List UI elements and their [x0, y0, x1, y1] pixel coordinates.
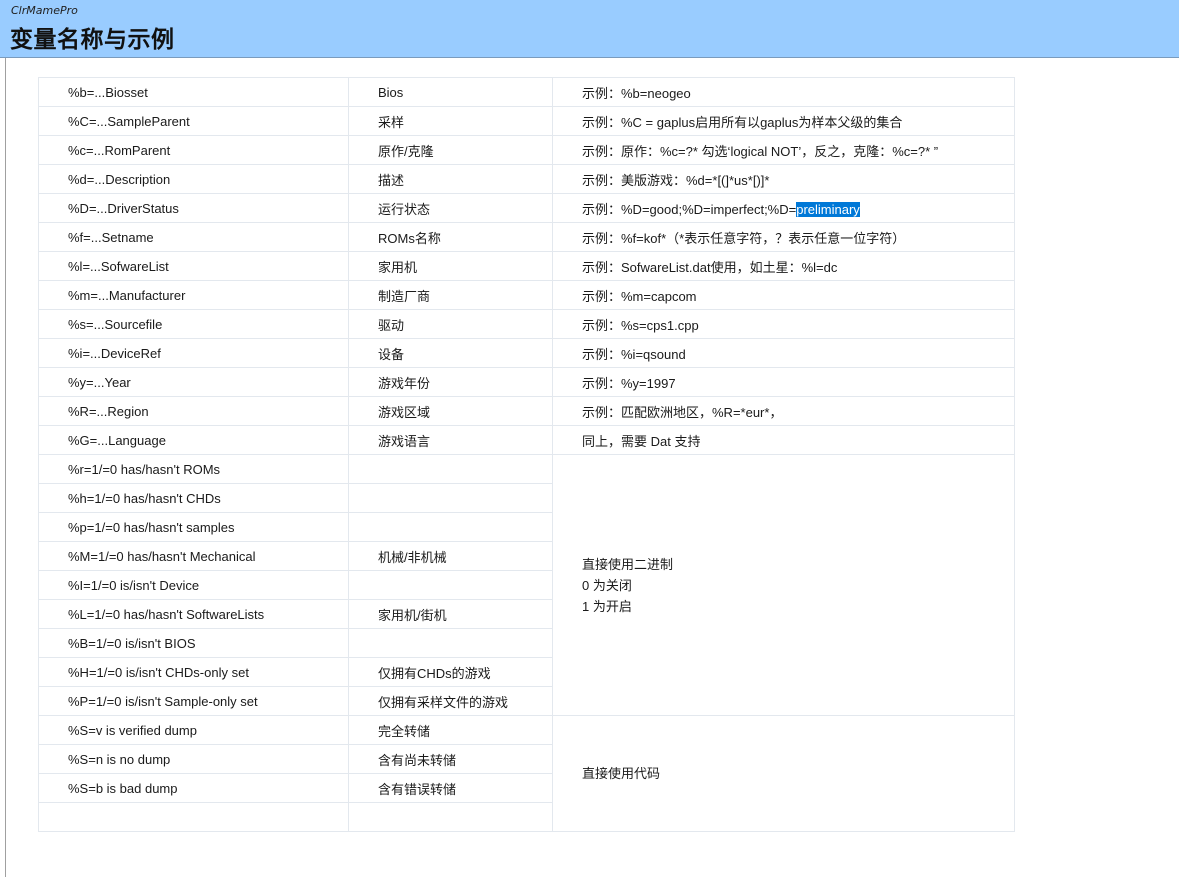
status-note: 直接使用代码	[552, 715, 1015, 832]
variable-meaning: 游戏语言	[348, 425, 553, 455]
variable-meaning: 游戏年份	[348, 367, 553, 397]
title-banner: ClrMamePro 变量名称与示例	[0, 0, 1179, 58]
variable-meaning: 原作/克隆	[348, 135, 553, 165]
variables-table: %b=...Biosset Bios 示例：%b=neogeo %C=...Sampl…	[38, 77, 1015, 832]
table-row: %i=...DeviceRef 设备 示例：%i=qsound	[38, 338, 1015, 368]
variable-example: 示例：%D=good;%D=imperfect;%D=preliminary	[552, 193, 1015, 223]
variable-meaning: 仅拥有CHDs的游戏	[348, 657, 553, 687]
variable-code: %f=...Setname	[38, 222, 349, 252]
variable-code: %C=...SampleParent	[38, 106, 349, 136]
variable-code: %M=1/=0 has/hasn't Mechanical	[38, 541, 349, 571]
table-row: %f=...Setname ROMs名称 示例：%f=kof*（*表示任意字符，？表…	[38, 222, 1015, 252]
variable-code: %r=1/=0 has/hasn't ROMs	[38, 454, 349, 484]
variable-code	[38, 802, 349, 832]
variable-meaning: 含有尚未转储	[348, 744, 553, 774]
table-row: %b=...Biosset Bios 示例：%b=neogeo	[38, 77, 1015, 107]
variable-meaning: 游戏区域	[348, 396, 553, 426]
variable-example: 示例：%i=qsound	[552, 338, 1015, 368]
selected-text[interactable]: preliminary	[796, 201, 860, 217]
table-row: %s=...Sourcefile 驱动 示例：%s=cps1.cpp	[38, 309, 1015, 339]
table-row: %S=v is verified dump 完全转储 直接使用代码	[38, 715, 1015, 832]
variable-meaning: 制造厂商	[348, 280, 553, 310]
variable-example: 示例：%s=cps1.cpp	[552, 309, 1015, 339]
variable-example: 示例：%m=capcom	[552, 280, 1015, 310]
variable-example: 示例：%f=kof*（*表示任意字符，？表示任意一位字符）	[552, 222, 1015, 252]
page-title: 变量名称与示例	[10, 27, 175, 53]
variable-code: %G=...Language	[38, 425, 349, 455]
variable-meaning: ROMs名称	[348, 222, 553, 252]
variable-code: %B=1/=0 is/isn't BIOS	[38, 628, 349, 658]
table-row: %R=...Region 游戏区域 示例：匹配欧洲地区，%R=*eur*，	[38, 396, 1015, 426]
variable-example: 示例：%C = gaplus启用所有以gaplus为样本父级的集合	[552, 106, 1015, 136]
table-row: %G=...Language 游戏语言 同上，需要 Dat 支持	[38, 425, 1015, 455]
variable-code: %b=...Biosset	[38, 77, 349, 107]
variable-meaning: 机械/非机械	[348, 541, 553, 571]
variable-meaning: 设备	[348, 338, 553, 368]
table-row: %m=...Manufacturer 制造厂商 示例：%m=capcom	[38, 280, 1015, 310]
variable-code: %H=1/=0 is/isn't CHDs-only set	[38, 657, 349, 687]
variable-code: %c=...RomParent	[38, 135, 349, 165]
variable-meaning	[348, 570, 553, 600]
flag-note-line: 0 为关闭	[582, 577, 632, 593]
variable-code: %y=...Year	[38, 367, 349, 397]
example-text: 示例：%D=good;%D=imperfect;%D=	[582, 201, 797, 217]
table-row: %d=...Description 描述 示例：美版游戏：%d=*[(]*us*[)…	[38, 164, 1015, 194]
variable-example: 示例：原作：%c=?* 勾选‘logical NOT’，反之，克隆：%c=?* …	[552, 135, 1015, 165]
variable-code: %R=...Region	[38, 396, 349, 426]
variable-code: %m=...Manufacturer	[38, 280, 349, 310]
variable-meaning: 含有错误转储	[348, 773, 553, 803]
table-row: %D=...DriverStatus 运行状态 示例：%D=good;%D=impe…	[38, 193, 1015, 223]
variable-code: %i=...DeviceRef	[38, 338, 349, 368]
flag-note-line: 直接使用二进制	[582, 556, 674, 572]
variable-example: 示例：美版游戏：%d=*[(]*us*[)]*	[552, 164, 1015, 194]
variable-code: %l=...SofwareList	[38, 251, 349, 281]
variable-code: %S=v is verified dump	[38, 715, 349, 745]
variable-meaning	[348, 628, 553, 658]
variable-meaning: 家用机/街机	[348, 599, 553, 629]
variable-code: %D=...DriverStatus	[38, 193, 349, 223]
variable-code: %s=...Sourcefile	[38, 309, 349, 339]
table-row: %C=...SampleParent 采样 示例：%C = gaplus启用所有以g…	[38, 106, 1015, 136]
variable-meaning: 家用机	[348, 251, 553, 281]
table-row: %y=...Year 游戏年份 示例：%y=1997	[38, 367, 1015, 397]
variable-meaning: 采样	[348, 106, 553, 136]
variable-code: %S=n is no dump	[38, 744, 349, 774]
variable-example: 同上，需要 Dat 支持	[552, 425, 1015, 455]
variable-code: %S=b is bad dump	[38, 773, 349, 803]
variable-code: %d=...Description	[38, 164, 349, 194]
variable-meaning: 运行状态	[348, 193, 553, 223]
variable-meaning: 描述	[348, 164, 553, 194]
table-row: %c=...RomParent 原作/克隆 示例：原作：%c=?* 勾选‘logic…	[38, 135, 1015, 165]
variable-meaning: 驱动	[348, 309, 553, 339]
variable-meaning: 完全转储	[348, 715, 553, 745]
variable-meaning: Bios	[348, 77, 553, 107]
variable-example: 示例：SofwareList.dat使用，如土星：%l=dc	[552, 251, 1015, 281]
variable-meaning	[348, 802, 553, 832]
variable-example: 示例：%b=neogeo	[552, 77, 1015, 107]
variable-code: %h=1/=0 has/hasn't CHDs	[38, 483, 349, 513]
table-row: %l=...SofwareList 家用机 示例：SofwareList.dat使用…	[38, 251, 1015, 281]
variable-example: 示例：匹配欧洲地区，%R=*eur*，	[552, 396, 1015, 426]
table-row: %r=1/=0 has/hasn't ROMs 直接使用二进制 0 为关闭 1 为开启	[38, 454, 1015, 716]
variable-code: %p=1/=0 has/hasn't samples	[38, 512, 349, 542]
left-border	[5, 58, 6, 877]
variable-code: %P=1/=0 is/isn't Sample-only set	[38, 686, 349, 716]
flag-note: 直接使用二进制 0 为关闭 1 为开启	[552, 454, 1015, 716]
variable-code: %I=1/=0 is/isn't Device	[38, 570, 349, 600]
content-area: %b=...Biosset Bios 示例：%b=neogeo %C=...Sampl…	[38, 77, 1015, 832]
variable-meaning	[348, 483, 553, 513]
variable-meaning: 仅拥有采样文件的游戏	[348, 686, 553, 716]
variable-meaning	[348, 454, 553, 484]
variable-code: %L=1/=0 has/hasn't SoftwareLists	[38, 599, 349, 629]
variable-meaning	[348, 512, 553, 542]
flag-note-line: 1 为开启	[582, 598, 632, 614]
variable-example: 示例：%y=1997	[552, 367, 1015, 397]
app-name: ClrMamePro	[11, 4, 78, 17]
